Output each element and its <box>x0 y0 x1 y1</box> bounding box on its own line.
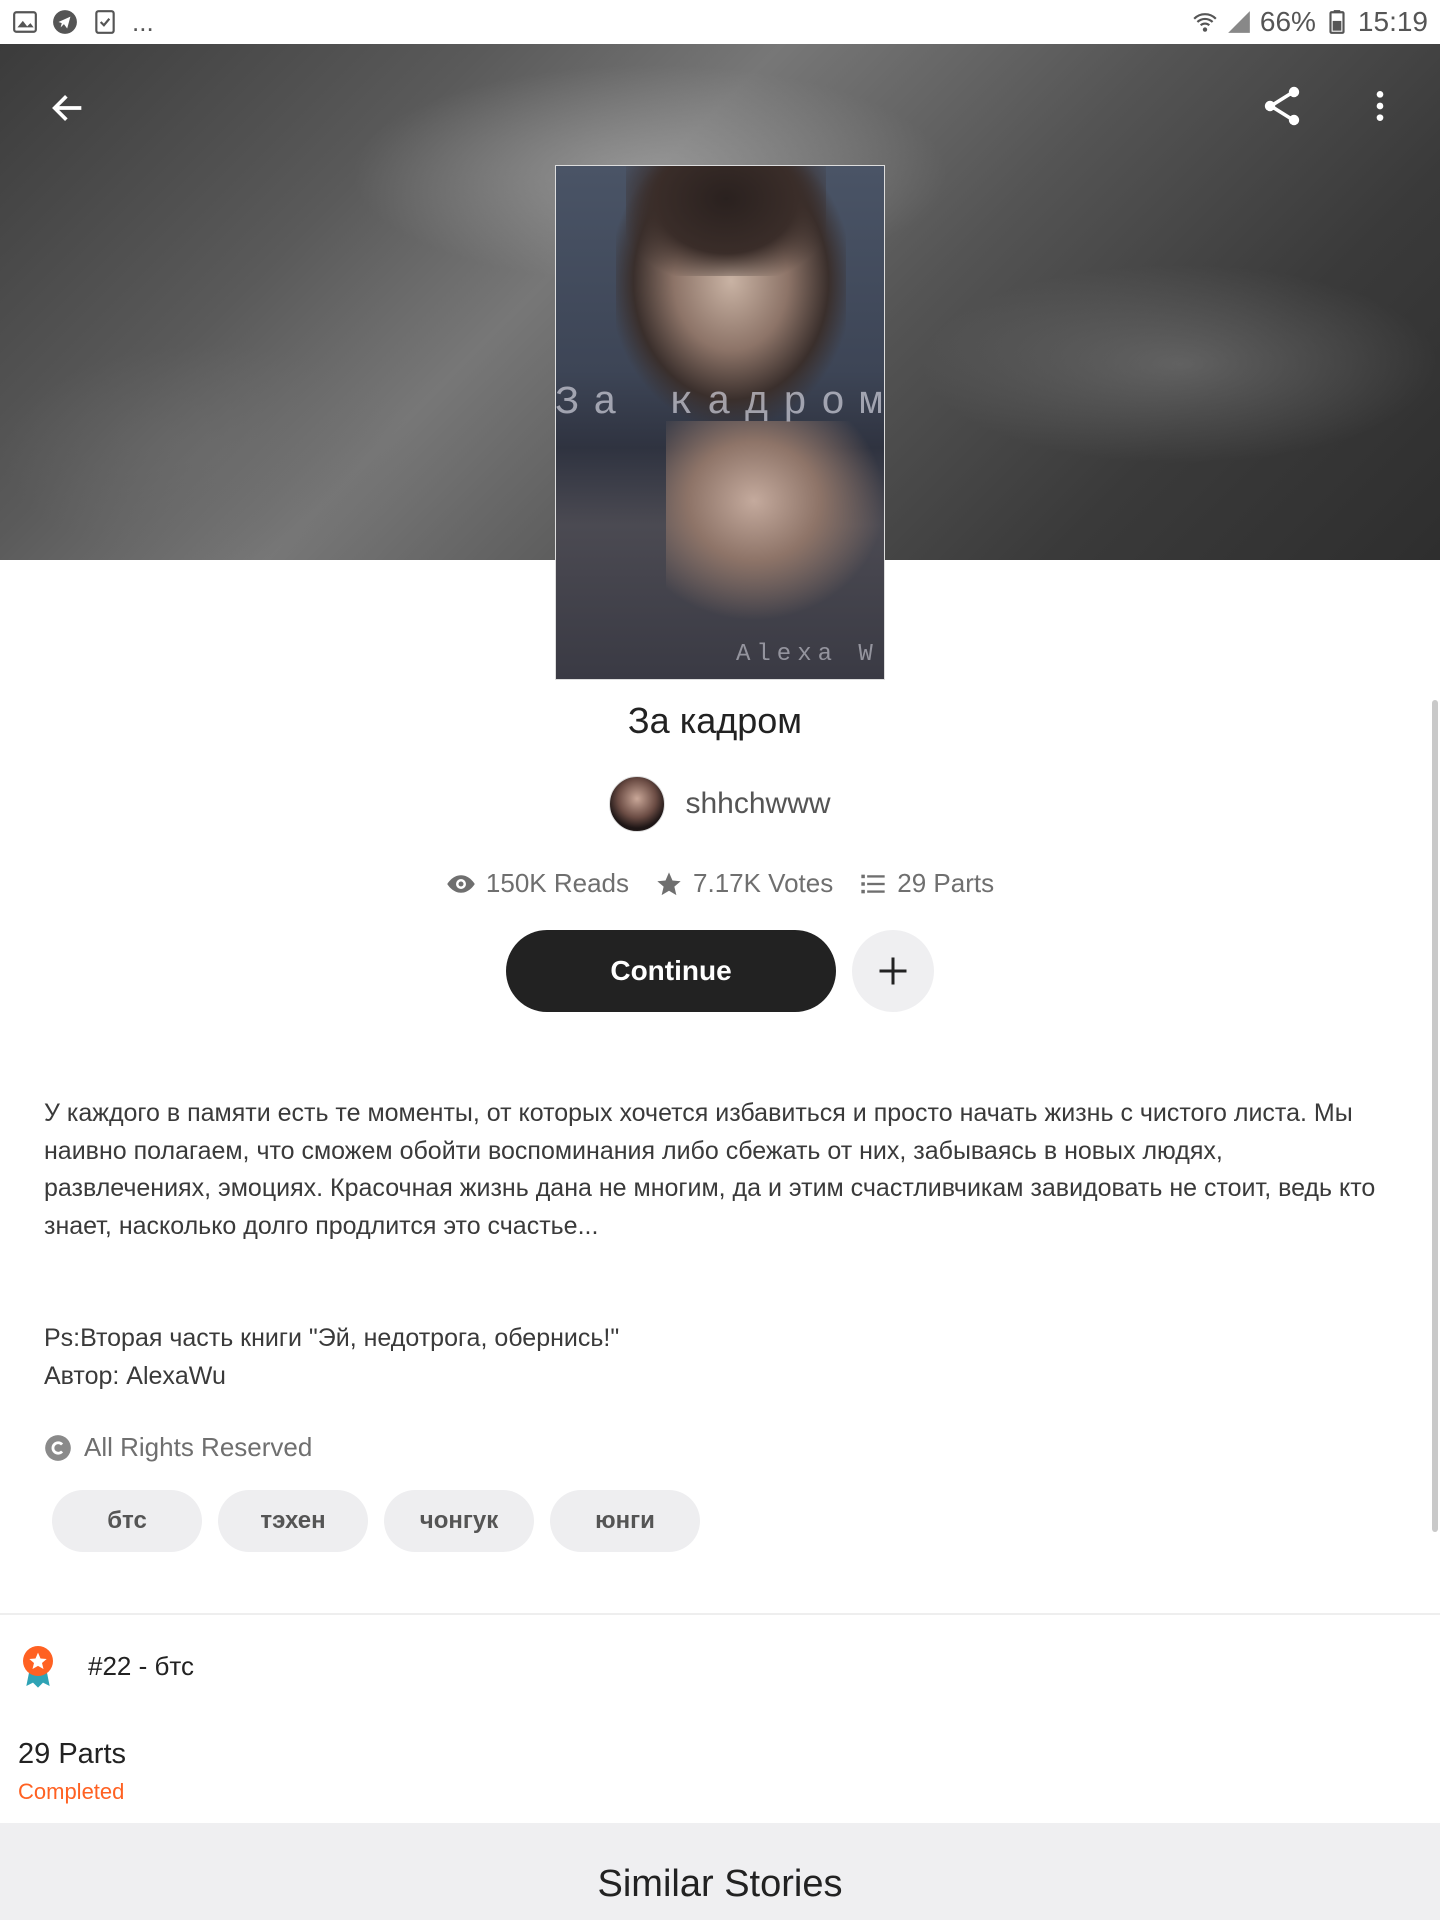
clock: 15:19 <box>1357 6 1428 37</box>
section-divider <box>0 1613 1440 1615</box>
status-left: ... <box>12 7 154 38</box>
add-to-library-button[interactable] <box>852 930 934 1012</box>
ps-line-author: Автор: AlexaWu <box>44 1361 226 1390</box>
share-button[interactable] <box>1254 78 1310 134</box>
completion-status: Completed <box>18 1779 125 1804</box>
ranking-text: #22 - бтс <box>88 1650 194 1681</box>
reads-stat: 150K Reads <box>446 868 629 899</box>
cover-portrait-hair <box>626 166 826 276</box>
copyright-text: All Rights Reserved <box>84 1432 313 1462</box>
copyright-row: All Rights Reserved <box>44 1432 312 1463</box>
more-vert-icon <box>1376 91 1384 121</box>
star-icon <box>657 871 681 895</box>
status-right: 66% 15:19 <box>1192 6 1428 38</box>
signal-icon <box>1228 11 1250 33</box>
parts-heading: 29 Parts <box>18 1738 126 1770</box>
status-bar: ... 66% 15:19 <box>0 0 1440 44</box>
votes-stat: 7.17K Votes <box>655 868 833 899</box>
share-icon <box>1264 86 1300 126</box>
back-button[interactable] <box>40 80 96 136</box>
cover-author-text: Alexa W <box>736 641 879 668</box>
ranking-row[interactable]: #22 - бтс <box>18 1644 194 1688</box>
header-blur-shadow-right <box>920 264 1440 464</box>
wifi-icon <box>1193 13 1217 32</box>
tag-chip[interactable]: бтс <box>52 1490 202 1552</box>
tag-chip[interactable]: юнги <box>550 1490 700 1552</box>
more-options-button[interactable] <box>1352 78 1408 134</box>
arrow-left-icon <box>52 95 82 121</box>
ps-line-book: Ps:Вторая часть книги "Эй, недотрога, об… <box>44 1324 620 1352</box>
author-row[interactable]: shhchwww <box>0 776 1440 832</box>
tag-list: бтс тэхен чонгук юнги <box>52 1490 700 1552</box>
similar-stories-title: Similar Stories <box>597 1863 843 1905</box>
eye-icon <box>447 874 475 893</box>
cover-portrait-bottom <box>666 421 884 621</box>
battery-icon <box>1329 10 1345 34</box>
story-description: У каждого в памяти есть те моменты, от к… <box>44 1099 1376 1240</box>
parts-stat: 29 Parts <box>859 868 994 899</box>
author-avatar[interactable] <box>609 776 666 832</box>
list-icon <box>861 874 885 893</box>
stats-row: 150K Reads 7.17K Votes 29 Parts <box>0 868 1440 899</box>
plus-icon <box>879 957 907 985</box>
author-name[interactable]: shhchwww <box>685 787 830 821</box>
status-more-text: ... <box>132 6 154 37</box>
copyright-icon <box>45 1434 71 1461</box>
continue-reading-button[interactable]: Continue <box>506 930 836 1012</box>
tag-chip[interactable]: чонгук <box>384 1490 534 1552</box>
checklist-icon <box>95 10 115 34</box>
similar-stories-section: Similar Stories <box>0 1823 1440 1920</box>
scrollbar[interactable] <box>1432 700 1438 1532</box>
story-ps-note: Ps:Вторая часть книги "Эй, недотрога, об… <box>44 1320 1384 1395</box>
table-of-contents-link[interactable]: 29 Parts Completed <box>18 1738 126 1805</box>
header-blur-shadow <box>0 344 420 560</box>
gallery-icon <box>13 11 37 33</box>
cover-title-text: За кадром <box>555 381 885 426</box>
story-title: За кадром <box>627 700 803 741</box>
reads-count: 150K Reads <box>485 868 630 898</box>
ranking-badge-icon <box>23 1646 53 1688</box>
telegram-icon <box>53 10 77 34</box>
votes-count: 7.17K Votes <box>693 868 834 898</box>
tag-chip[interactable]: тэхен <box>218 1490 368 1552</box>
story-cover[interactable]: За кадром Alexa W <box>555 165 885 680</box>
battery-percent: 66% <box>1259 6 1316 37</box>
parts-count: 29 Parts <box>897 868 995 898</box>
